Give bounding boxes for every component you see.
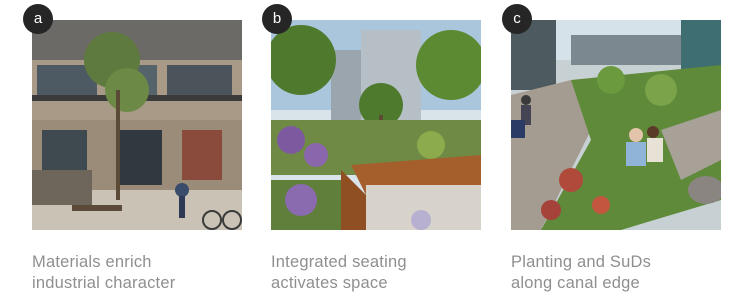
photo-integrated-seating <box>271 20 481 230</box>
photo-canal-planting <box>511 20 721 230</box>
photo-industrial-building <box>32 20 242 230</box>
card-materials: a Materials enrich industrial character <box>23 0 242 303</box>
caption-seating: Integrated seating activates space <box>271 252 483 294</box>
caption-line-2: industrial character <box>32 274 176 292</box>
caption-line-2: activates space <box>271 274 388 292</box>
label-badge-a: a <box>23 4 53 34</box>
caption-line-2: along canal edge <box>511 274 640 292</box>
caption-line-1: Integrated seating <box>271 253 407 271</box>
label-badge-b: b <box>262 4 292 34</box>
seating-garden-image <box>271 20 481 230</box>
canal-planting-image <box>511 20 721 230</box>
caption-line-1: Planting and SuDs <box>511 253 652 271</box>
label-badge-c: c <box>502 4 532 34</box>
caption-line-1: Materials enrich <box>32 253 152 271</box>
card-planting: c Planting and SuDs along canal edge <box>502 0 721 303</box>
industrial-building-image <box>32 20 242 230</box>
card-seating: b Integrated seating activates space <box>262 0 481 303</box>
caption-materials: Materials enrich industrial character <box>32 252 244 294</box>
caption-planting: Planting and SuDs along canal edge <box>511 252 723 294</box>
